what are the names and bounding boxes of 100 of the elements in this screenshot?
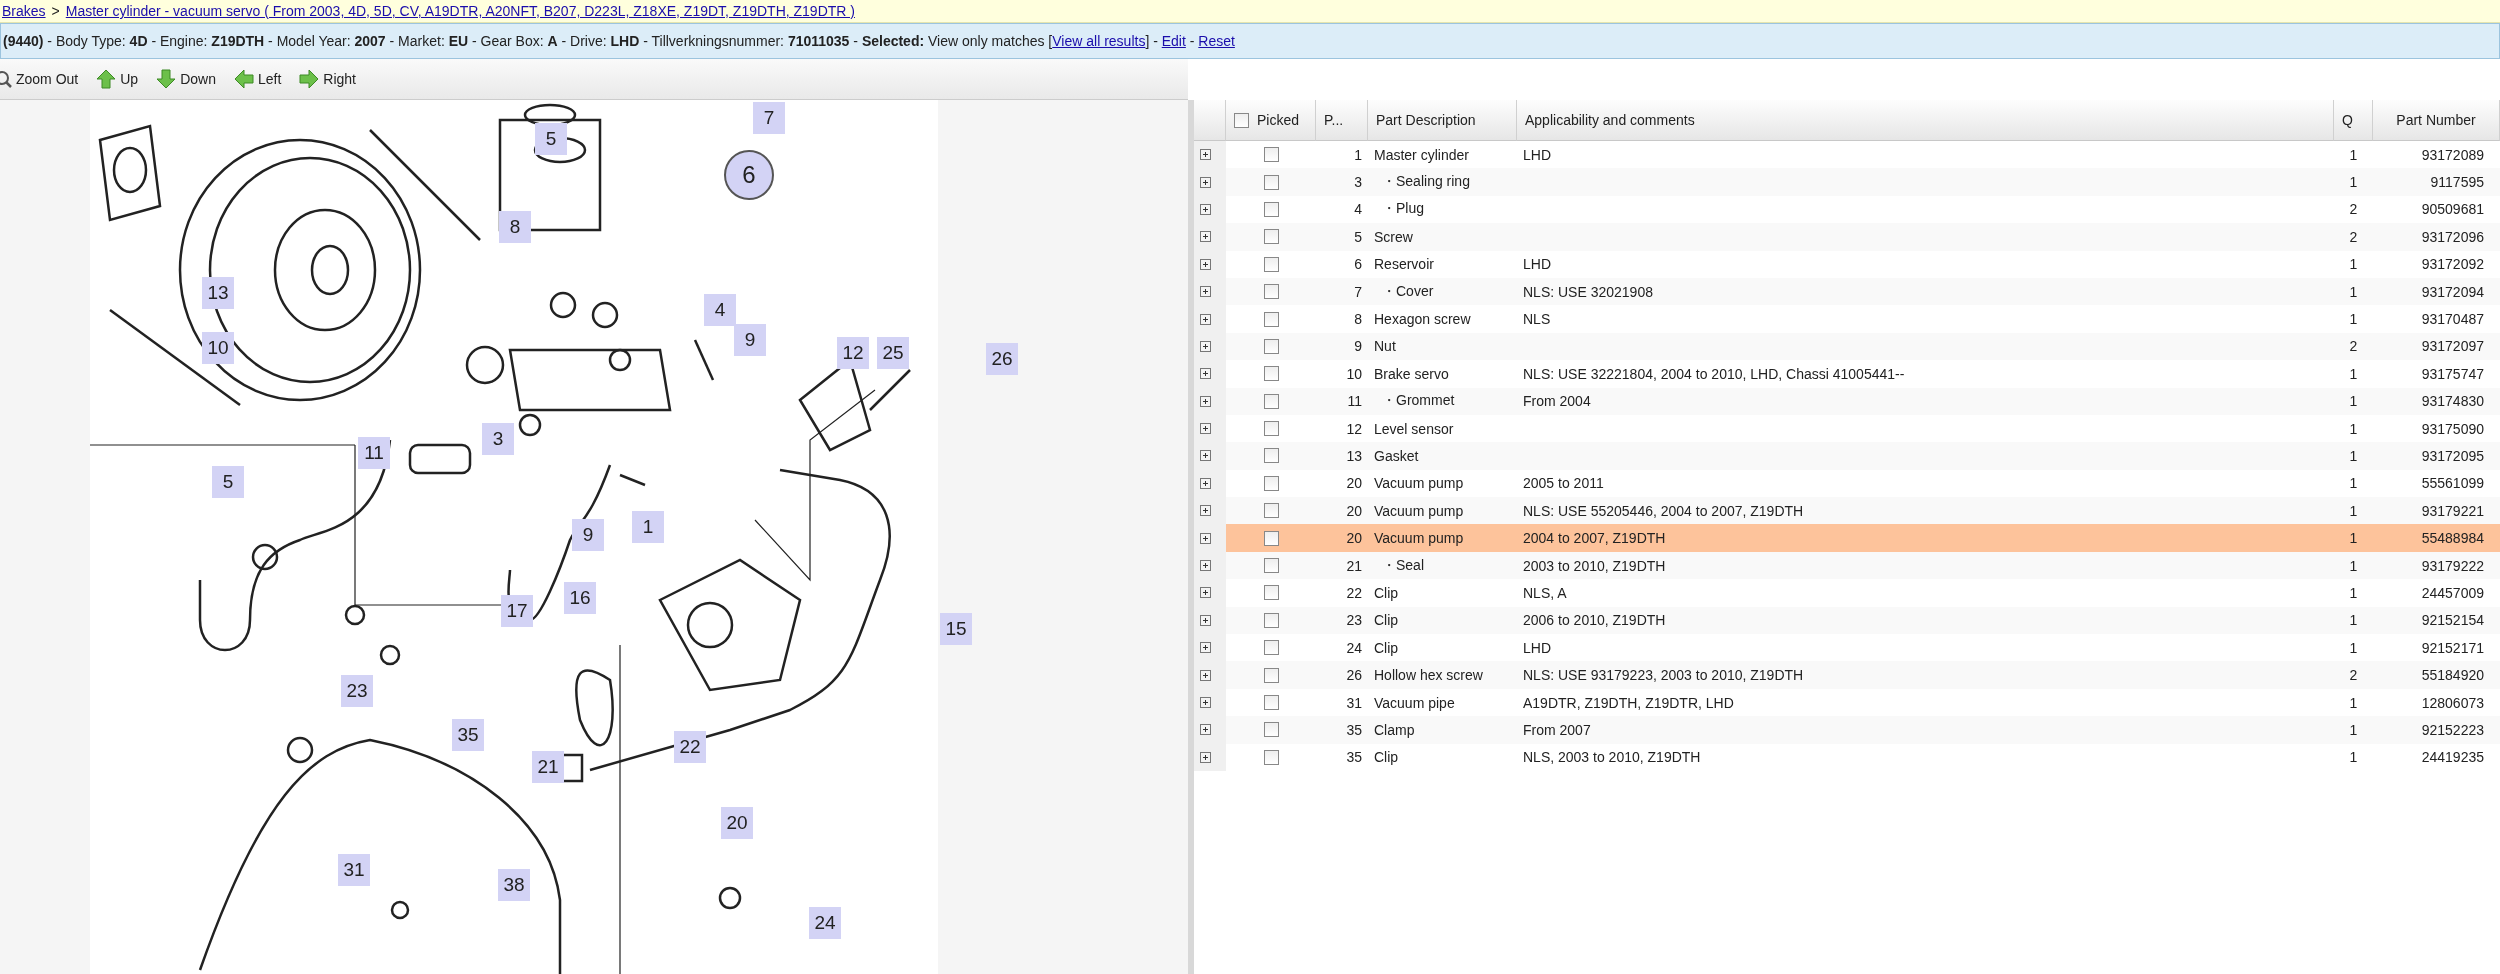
- table-cell: 11: [1316, 387, 1368, 415]
- expand-icon[interactable]: [1200, 395, 1211, 407]
- expand-icon[interactable]: [1200, 669, 1211, 681]
- checkbox[interactable]: [1263, 366, 1279, 382]
- breadcrumb-link[interactable]: Brakes: [2, 3, 46, 19]
- expand-icon[interactable]: [1200, 751, 1211, 763]
- checkbox[interactable]: [1263, 256, 1279, 272]
- checkbox[interactable]: [1263, 201, 1279, 217]
- column-header[interactable]: P...: [1324, 112, 1344, 128]
- table-cell: Vacuum pump: [1368, 497, 1517, 525]
- callout-label[interactable]: 24: [809, 907, 841, 939]
- checkbox[interactable]: [1263, 695, 1279, 710]
- expand-icon[interactable]: [1200, 505, 1211, 517]
- checkbox[interactable]: [1263, 749, 1279, 765]
- callout-label[interactable]: 25: [877, 337, 909, 369]
- callout-label[interactable]: 22: [674, 731, 706, 763]
- expand-icon[interactable]: [1200, 258, 1211, 270]
- checkbox[interactable]: [1263, 558, 1279, 574]
- checkbox[interactable]: [1234, 112, 1249, 128]
- expand-icon[interactable]: [1200, 176, 1211, 188]
- callout-label[interactable]: 6: [724, 150, 774, 200]
- callout-label[interactable]: 35: [452, 719, 484, 751]
- checkbox[interactable]: [1263, 722, 1279, 738]
- expand-icon[interactable]: [1200, 642, 1211, 654]
- checkbox[interactable]: [1263, 475, 1279, 491]
- checkbox[interactable]: [1263, 393, 1279, 409]
- expand-icon[interactable]: [1200, 724, 1211, 736]
- callout-label[interactable]: 4: [704, 294, 736, 326]
- arrow-icon: [233, 69, 254, 89]
- callout-label[interactable]: 26: [986, 343, 1018, 375]
- checkbox[interactable]: [1263, 421, 1279, 437]
- callout-label[interactable]: 15: [940, 613, 972, 645]
- checkbox[interactable]: [1263, 585, 1279, 601]
- table-cell: 2006 to 2010, Z19DTH: [1517, 606, 2334, 635]
- checkbox[interactable]: [1263, 667, 1279, 683]
- expand-icon[interactable]: [1200, 286, 1211, 298]
- checkbox[interactable]: [1263, 147, 1279, 163]
- table-cell: ・Cover: [1368, 277, 1517, 306]
- callout-label[interactable]: 5: [535, 123, 567, 155]
- expand-icon[interactable]: [1200, 149, 1211, 161]
- toolbar-button[interactable]: Down: [156, 69, 216, 89]
- checkbox[interactable]: [1263, 338, 1279, 354]
- callout-label[interactable]: 13: [202, 277, 234, 309]
- toolbar-button[interactable]: Zoom Out: [0, 70, 79, 88]
- callout-label[interactable]: 11: [358, 437, 390, 469]
- column-header[interactable]: Picked: [1257, 112, 1300, 128]
- table-cell: 1: [2334, 442, 2373, 470]
- column-header[interactable]: Q: [2342, 112, 2353, 128]
- magnifier-icon: [0, 70, 12, 88]
- table-cell: 23: [1316, 606, 1368, 635]
- table-cell: 92152154: [2373, 606, 2500, 635]
- expand-icon[interactable]: [1200, 203, 1211, 215]
- filter-link[interactable]: Reset: [1198, 33, 1235, 49]
- callout-label[interactable]: 9: [572, 519, 604, 551]
- callout-label[interactable]: 17: [501, 595, 533, 627]
- callout-label[interactable]: 7: [753, 102, 785, 134]
- checkbox[interactable]: [1263, 174, 1279, 190]
- callout-label[interactable]: 5: [212, 466, 244, 498]
- checkbox[interactable]: [1263, 640, 1279, 656]
- toolbar-button[interactable]: Left: [233, 69, 282, 89]
- callout-label[interactable]: 31: [338, 854, 370, 886]
- callout-label[interactable]: 38: [498, 869, 530, 901]
- expand-icon[interactable]: [1200, 231, 1211, 243]
- filter-link[interactable]: Edit: [1161, 33, 1186, 49]
- expand-icon[interactable]: [1200, 340, 1211, 352]
- toolbar-button[interactable]: Right: [299, 69, 356, 89]
- callout-label[interactable]: 10: [202, 332, 234, 364]
- expand-icon[interactable]: [1200, 587, 1211, 599]
- expand-icon[interactable]: [1200, 614, 1211, 626]
- callout-label[interactable]: 1: [632, 511, 664, 543]
- checkbox[interactable]: [1263, 503, 1279, 519]
- expand-icon[interactable]: [1200, 560, 1211, 572]
- table-cell: NLS: USE 55205446, 2004 to 2007, Z19DTH: [1517, 497, 2334, 525]
- callout-label[interactable]: 16: [564, 582, 596, 614]
- expand-icon[interactable]: [1200, 368, 1211, 380]
- checkbox[interactable]: [1263, 612, 1279, 628]
- expand-icon[interactable]: [1200, 313, 1211, 325]
- callout-label[interactable]: 20: [721, 807, 753, 839]
- checkbox[interactable]: [1263, 530, 1279, 546]
- checkbox[interactable]: [1263, 284, 1279, 300]
- callout-label[interactable]: 9: [734, 324, 766, 356]
- column-header[interactable]: Applicability and comments: [1525, 112, 1695, 128]
- breadcrumb-link[interactable]: Master cylinder - vacuum servo ( From 2003, 4D, 5D, CV, A19DTR, A20NFT, B207, D223L, Z18XE, Z19DT, Z19DTH, Z19DTR ): [65, 3, 855, 19]
- expand-icon[interactable]: [1200, 532, 1211, 544]
- expand-icon[interactable]: [1200, 423, 1211, 435]
- expand-icon[interactable]: [1200, 697, 1211, 708]
- checkbox[interactable]: [1263, 229, 1279, 245]
- callout-label[interactable]: 23: [341, 675, 373, 707]
- toolbar-button[interactable]: Up: [96, 69, 139, 89]
- table-cell: 1: [2334, 387, 2373, 415]
- table-cell: NLS: USE 93179223, 2003 to 2010, Z19DTH: [1517, 661, 2334, 689]
- callout-label[interactable]: 3: [482, 423, 514, 455]
- callout-label[interactable]: 12: [837, 337, 869, 369]
- checkbox[interactable]: [1263, 448, 1279, 464]
- checkbox[interactable]: [1263, 311, 1279, 327]
- callout-label[interactable]: 8: [499, 211, 531, 243]
- expand-icon[interactable]: [1200, 477, 1211, 489]
- arrow-icon: [156, 69, 177, 89]
- expand-icon[interactable]: [1200, 450, 1211, 462]
- callout-label[interactable]: 21: [532, 751, 564, 783]
